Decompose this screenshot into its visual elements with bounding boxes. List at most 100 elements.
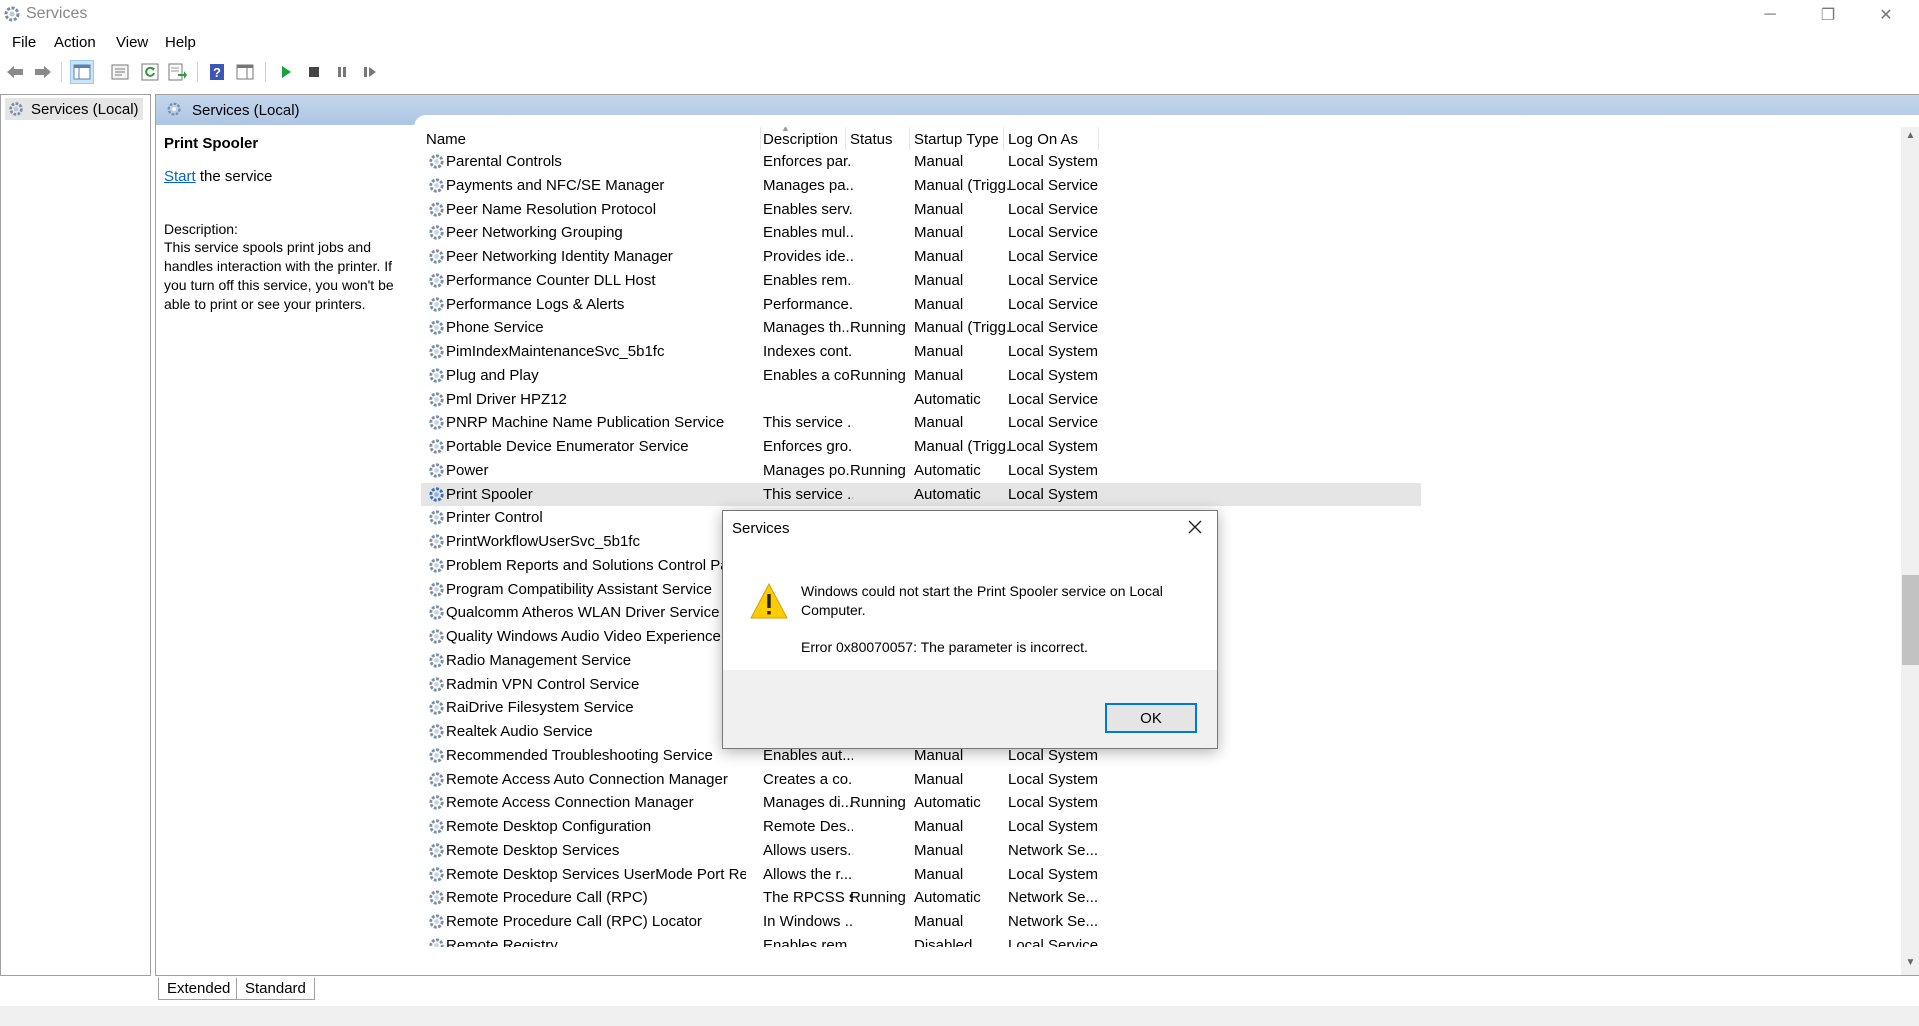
tab-extended[interactable]: Extended <box>158 978 240 1000</box>
column-divider[interactable] <box>1098 127 1099 150</box>
svg-text:?: ? <box>213 65 221 80</box>
restart-service-icon[interactable] <box>358 60 382 84</box>
show-action-pane-icon[interactable] <box>233 60 257 84</box>
service-startup-type: Automatic <box>914 794 981 812</box>
service-startup-type: Manual (Trigg... <box>914 438 1011 455</box>
table-row[interactable]: Performance Logs & Alerts Performance... M… <box>421 293 1421 317</box>
table-row[interactable]: Peer Networking Identity Manager Provides… <box>421 245 1421 269</box>
toolbar-separator <box>197 62 198 82</box>
table-row[interactable]: Peer Networking Grouping Enables mul... Ma… <box>421 221 1421 245</box>
scroll-up-arrow-icon[interactable]: ▲ <box>1901 127 1919 144</box>
column-header-description[interactable]: Description <box>763 131 838 148</box>
table-row[interactable]: Remote Desktop Services Allows users... Ma… <box>421 839 1421 863</box>
table-row[interactable]: PNRP Machine Name Publication Service Thi… <box>421 411 1421 435</box>
service-description-cell: The RPCSS s... <box>763 889 853 907</box>
service-log-on-as: Local System <box>1008 794 1098 812</box>
table-row[interactable]: Power Manages po... Running Automatic Local … <box>421 459 1421 483</box>
start-service-icon[interactable] <box>274 60 298 84</box>
service-startup-type: Manual <box>914 913 964 930</box>
table-row[interactable]: Print Spooler This service ... Automatic Lo… <box>421 482 1421 507</box>
scrollbar-thumb[interactable] <box>1902 575 1919 665</box>
service-status: Running <box>850 319 906 337</box>
service-startup-type: Automatic <box>914 390 981 408</box>
service-log-on-as: Local Service <box>1008 390 1098 408</box>
column-header-name[interactable]: Name <box>426 131 466 148</box>
service-name: Parental Controls <box>446 153 562 170</box>
service-log-on-as: Local System <box>1008 153 1098 170</box>
service-name: Remote Desktop Configuration <box>446 818 652 835</box>
forward-icon[interactable] <box>31 60 55 84</box>
stop-service-icon[interactable] <box>302 60 326 84</box>
ok-button[interactable]: OK <box>1105 703 1197 733</box>
table-row[interactable]: Remote Procedure Call (RPC) The RPCSS s..… <box>421 886 1421 910</box>
table-row[interactable]: Performance Counter DLL Host Enables rem.… <box>421 269 1421 293</box>
menu-file[interactable]: File <box>10 34 38 51</box>
close-button[interactable]: ✕ <box>1857 0 1915 30</box>
export-list-icon[interactable] <box>166 60 190 84</box>
table-row[interactable]: Peer Name Resolution Protocol Enables ser… <box>421 198 1421 222</box>
table-row[interactable]: Remote Access Auto Connection Manager Cre… <box>421 768 1421 792</box>
service-description-cell: Enables a co... <box>763 366 853 384</box>
status-bar <box>0 1006 1919 1026</box>
properties-icon[interactable] <box>108 60 132 84</box>
pause-service-icon[interactable] <box>330 60 354 84</box>
refresh-icon[interactable] <box>138 60 162 84</box>
table-row[interactable]: Remote Desktop Services UserMode Port Re… <box>421 863 1421 887</box>
maximize-button[interactable]: ❐ <box>1799 0 1857 30</box>
table-row[interactable]: Remote Procedure Call (RPC) Locator In Wi… <box>421 910 1421 934</box>
minimize-button[interactable]: ─ <box>1741 0 1799 30</box>
service-startup-type: Manual <box>914 366 964 384</box>
dialog-close-icon[interactable] <box>1173 511 1217 543</box>
service-gear-icon <box>427 413 446 432</box>
service-name: Recommended Troubleshooting Service <box>446 746 713 764</box>
column-header-log-on-as[interactable]: Log On As <box>1008 131 1078 148</box>
service-description-cell: In Windows ... <box>763 913 853 930</box>
tree-item-services-local[interactable]: Services (Local) <box>5 98 143 120</box>
column-divider[interactable] <box>845 127 846 150</box>
service-startup-type: Manual <box>914 343 964 360</box>
service-gear-icon <box>427 318 446 337</box>
service-name: Realtek Audio Service <box>446 723 593 740</box>
table-row[interactable]: Portable Device Enumerator Service Enforc… <box>421 435 1421 459</box>
service-gear-icon <box>427 532 446 551</box>
service-description-cell: Allows users... <box>763 841 853 859</box>
table-row[interactable]: Remote Desktop Configuration Remote Des..… <box>421 815 1421 839</box>
tab-standard[interactable]: Standard <box>236 978 315 1000</box>
menu-action[interactable]: Action <box>52 34 98 51</box>
show-hide-tree-icon[interactable] <box>70 60 94 84</box>
table-row[interactable]: Remote Registry Enables rem... Disabled Loc… <box>421 934 1421 947</box>
service-description-cell: Enables serv... <box>763 200 853 218</box>
table-row[interactable]: Pml Driver HPZ12 Automatic Local Service <box>421 388 1421 412</box>
service-gear-icon <box>427 247 446 266</box>
service-gear-icon <box>427 770 446 789</box>
service-gear-icon <box>427 865 446 884</box>
table-row[interactable]: Phone Service Manages th... Running Manual … <box>421 316 1421 340</box>
menu-view[interactable]: View <box>114 34 150 51</box>
service-log-on-as: Network Se... <box>1008 913 1098 930</box>
back-icon[interactable] <box>3 60 27 84</box>
column-divider[interactable] <box>1003 127 1004 150</box>
service-log-on-as: Local System <box>1008 865 1098 883</box>
service-log-on-as: Local Service <box>1008 200 1098 218</box>
service-description-cell: This service ... <box>763 414 853 432</box>
table-row[interactable]: Parental Controls Enforces par... Manual Lo… <box>421 150 1421 174</box>
service-name: Payments and NFC/SE Manager <box>446 176 665 194</box>
service-gear-icon <box>427 556 446 575</box>
column-header-status[interactable]: Status <box>850 131 893 148</box>
vertical-scrollbar[interactable]: ▲ ▼ <box>1901 127 1919 975</box>
column-divider[interactable] <box>760 127 761 150</box>
service-startup-type: Manual (Trigg... <box>914 319 1011 337</box>
table-row[interactable]: Remote Access Connection Manager Manages … <box>421 791 1421 815</box>
table-row[interactable]: PimIndexMaintenanceSvc_5b1fc Indexes cont… <box>421 340 1421 364</box>
table-row[interactable]: Plug and Play Enables a co... Running Manua… <box>421 364 1421 388</box>
start-service-link[interactable]: Start <box>164 168 196 185</box>
help-icon[interactable]: ? <box>205 60 229 84</box>
menu-help[interactable]: Help <box>163 34 198 51</box>
column-divider[interactable] <box>909 127 910 150</box>
table-row[interactable]: Payments and NFC/SE Manager Manages pa...… <box>421 174 1421 198</box>
service-name: Print Spooler <box>446 485 533 503</box>
column-header-startup-type[interactable]: Startup Type <box>914 131 999 148</box>
service-log-on-as: Network Se... <box>1008 841 1098 859</box>
service-description-cell: Manages po... <box>763 461 853 479</box>
scroll-down-arrow-icon[interactable]: ▼ <box>1901 954 1919 971</box>
